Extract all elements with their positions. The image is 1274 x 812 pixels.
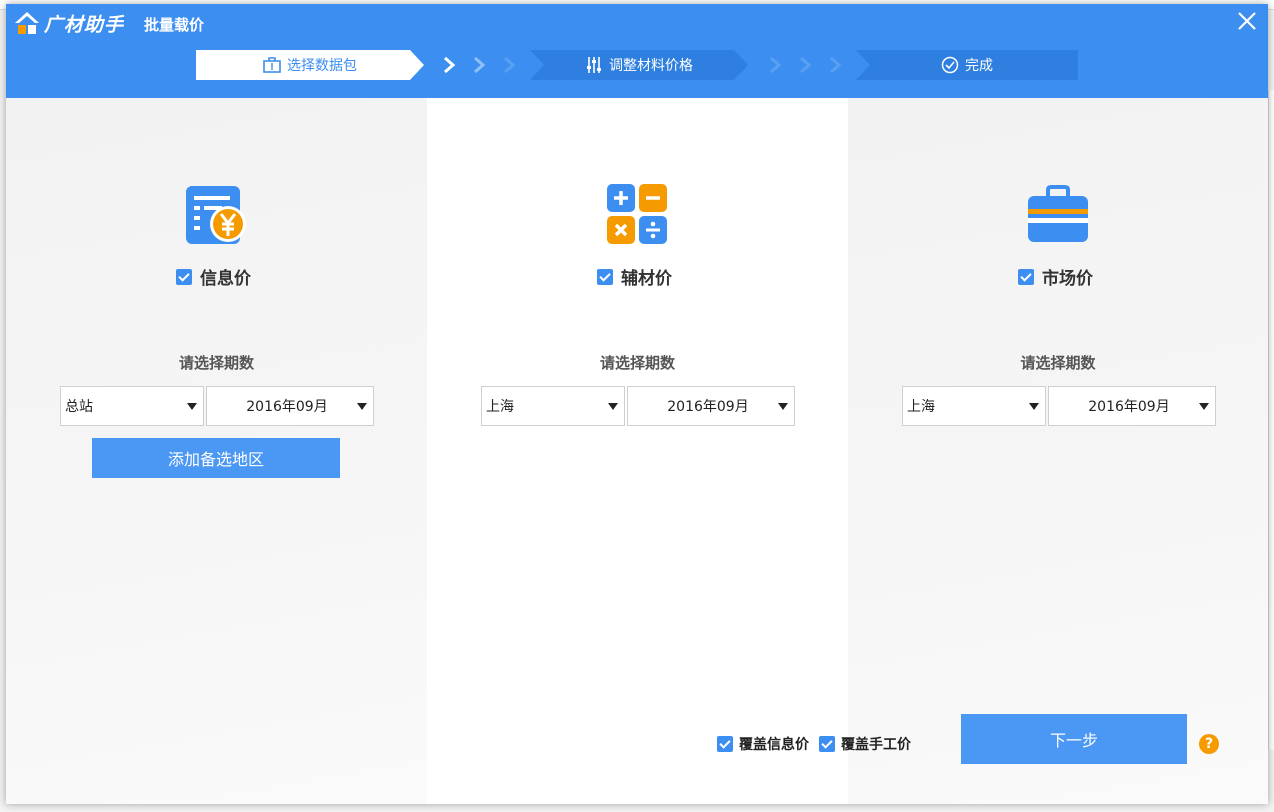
auxiliary-price-option[interactable]: 辅材价 xyxy=(597,264,672,289)
dropdown-arrow-icon xyxy=(187,402,197,410)
region-select[interactable]: 上海 xyxy=(481,386,625,426)
close-icon[interactable] xyxy=(1236,10,1258,32)
market-price-label: 市场价 xyxy=(1042,269,1093,289)
chevron-right-icon xyxy=(830,56,842,74)
market-price-option[interactable]: 市场价 xyxy=(1018,264,1093,289)
info-price-checkbox[interactable] xyxy=(176,268,192,285)
cover-manual-price-label: 覆盖手工价 xyxy=(841,737,911,753)
dropdown-arrow-icon xyxy=(357,402,367,410)
chevron-right-icon xyxy=(474,56,486,74)
dialog-content: 信息价 请选择期数 总站 2016年09月 添加备选地区 辅材价 请选择期数 上… xyxy=(6,98,1268,804)
add-region-button[interactable]: 添加备选地区 xyxy=(92,438,340,478)
app-logo: 广材助手 xyxy=(12,8,124,38)
logo-mark-icon xyxy=(15,12,39,34)
dialog-titlebar: 广材助手 批量载价 选择数据包 调整材料价格 完成 xyxy=(6,4,1268,98)
briefcase-icon xyxy=(263,57,281,73)
next-button[interactable]: 下一步 xyxy=(961,714,1187,764)
step-select-package: 选择数据包 xyxy=(196,50,424,80)
period-label: 请选择期数 xyxy=(1020,354,1096,372)
overwrite-options: 覆盖信息价 覆盖手工价 xyxy=(717,734,921,754)
cover-info-price-checkbox[interactable] xyxy=(717,736,733,752)
info-price-panel: 信息价 请选择期数 总站 2016年09月 添加备选地区 xyxy=(6,98,427,804)
period-select[interactable]: 2016年09月 xyxy=(627,386,795,426)
cover-info-price-option[interactable]: 覆盖信息价 xyxy=(717,734,809,754)
cover-manual-price-option[interactable]: 覆盖手工价 xyxy=(819,734,911,754)
help-icon[interactable]: ? xyxy=(1199,734,1219,754)
period-select[interactable]: 2016年09月 xyxy=(206,386,374,426)
logo-text: 广材助手 xyxy=(44,13,125,36)
info-price-icon xyxy=(186,186,246,244)
period-select[interactable]: 2016年09月 xyxy=(1048,386,1216,426)
dropdown-arrow-icon xyxy=(608,402,618,410)
chevron-right-icon xyxy=(800,56,812,74)
step-label: 选择数据包 xyxy=(287,58,357,74)
region-select[interactable]: 总站 xyxy=(60,386,204,426)
period-value: 2016年09月 xyxy=(667,399,749,415)
step-complete: 完成 xyxy=(856,50,1078,80)
step-label: 完成 xyxy=(965,58,993,74)
background-panel-edge xyxy=(1268,90,1274,750)
period-value: 2016年09月 xyxy=(246,399,328,415)
dialog-title: 批量载价 xyxy=(144,16,205,34)
region-value: 总站 xyxy=(65,399,93,415)
market-price-checkbox[interactable] xyxy=(1018,268,1034,285)
batch-pricing-dialog: 广材助手 批量载价 选择数据包 调整材料价格 完成 信息价 请选择期数 总站 2… xyxy=(6,4,1268,804)
auxiliary-price-checkbox[interactable] xyxy=(597,268,613,285)
period-label: 请选择期数 xyxy=(178,354,254,372)
market-price-panel: 市场价 请选择期数 上海 2016年09月 xyxy=(848,98,1268,804)
chevron-right-icon xyxy=(444,56,456,74)
auxiliary-price-label: 辅材价 xyxy=(621,269,672,289)
dropdown-arrow-icon xyxy=(1029,402,1039,410)
chevron-right-icon xyxy=(504,56,516,74)
period-label: 请选择期数 xyxy=(599,354,675,372)
toolbox-icon xyxy=(1028,185,1088,242)
sliders-icon xyxy=(587,57,601,73)
auxiliary-price-panel: 辅材价 请选择期数 上海 2016年09月 xyxy=(427,98,848,804)
wizard-steps: 选择数据包 调整材料价格 完成 xyxy=(196,50,1096,80)
step-adjust-prices: 调整材料价格 xyxy=(530,50,748,80)
dropdown-arrow-icon xyxy=(1199,402,1209,410)
period-value: 2016年09月 xyxy=(1088,399,1170,415)
cover-info-price-label: 覆盖信息价 xyxy=(739,737,809,753)
cover-manual-price-checkbox[interactable] xyxy=(819,736,835,752)
dropdown-arrow-icon xyxy=(778,402,788,410)
info-price-label: 信息价 xyxy=(200,269,251,289)
calculator-icon xyxy=(607,184,667,244)
region-value: 上海 xyxy=(486,399,514,415)
step-label: 调整材料价格 xyxy=(609,58,693,74)
check-circle-icon xyxy=(941,56,959,74)
chevron-right-icon xyxy=(770,56,782,74)
region-select[interactable]: 上海 xyxy=(902,386,1046,426)
info-price-option[interactable]: 信息价 xyxy=(176,264,251,289)
region-value: 上海 xyxy=(907,399,935,415)
